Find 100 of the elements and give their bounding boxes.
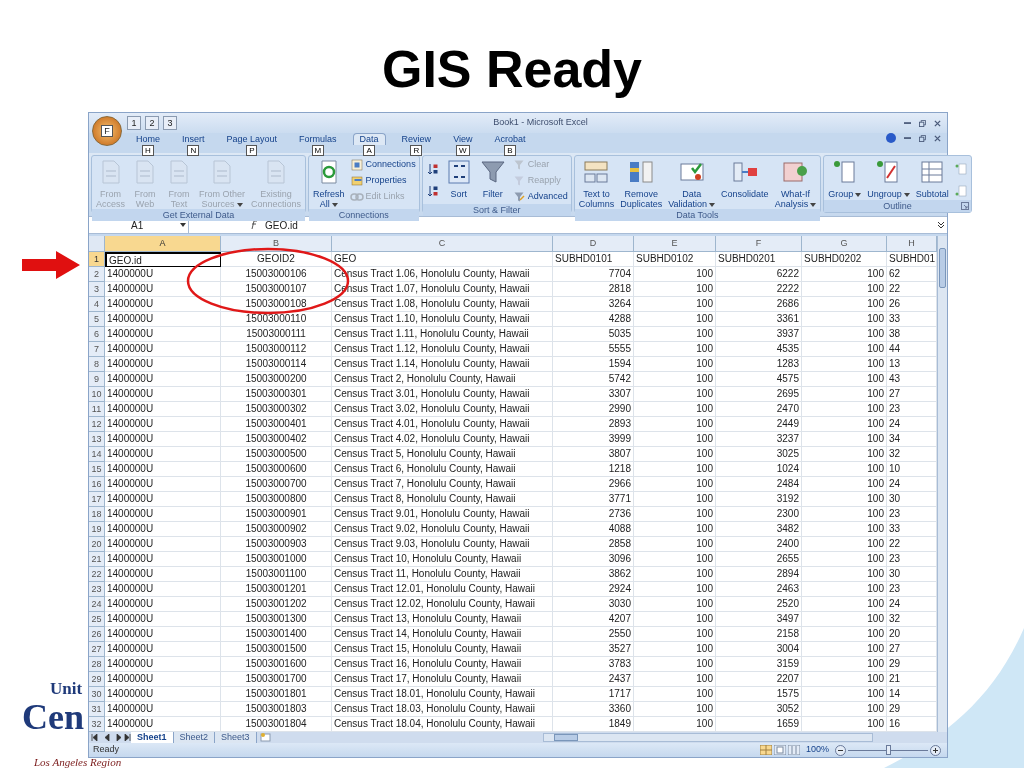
horizontal-scrollbar[interactable] bbox=[542, 733, 873, 742]
row-header[interactable]: 22 bbox=[89, 567, 105, 582]
row-header[interactable]: 23 bbox=[89, 582, 105, 597]
quick-access-button[interactable]: 3 bbox=[163, 116, 177, 130]
ribbon-button[interactable]: Consolidate bbox=[718, 156, 772, 209]
quick-access-button[interactable]: 2 bbox=[145, 116, 159, 130]
row-header[interactable]: 7 bbox=[89, 342, 105, 357]
column-header[interactable]: A bbox=[105, 236, 221, 252]
zoom-slider[interactable] bbox=[848, 745, 928, 755]
row-header[interactable]: 20 bbox=[89, 537, 105, 552]
sheet-navigation-icon[interactable] bbox=[91, 734, 131, 741]
row-header[interactable]: 16 bbox=[89, 477, 105, 492]
scrollbar-thumb[interactable] bbox=[939, 248, 946, 288]
table-cell: 15003000902 bbox=[221, 522, 332, 537]
ribbon-small-button[interactable]: Advanced bbox=[511, 190, 568, 204]
column-header[interactable]: D bbox=[553, 236, 634, 252]
restore-icon[interactable] bbox=[919, 134, 926, 142]
minimize-icon[interactable] bbox=[904, 121, 911, 125]
scrollbar-thumb[interactable] bbox=[553, 734, 578, 741]
close-icon[interactable] bbox=[934, 134, 941, 142]
row-header[interactable]: 30 bbox=[89, 687, 105, 702]
row-header[interactable]: 8 bbox=[89, 357, 105, 372]
column-header[interactable]: C bbox=[332, 236, 553, 252]
ribbon-tab[interactable]: View bbox=[447, 133, 479, 145]
ribbon-button[interactable]: Remove Duplicates bbox=[617, 156, 666, 209]
row-header[interactable]: 12 bbox=[89, 417, 105, 432]
row-header[interactable]: 26 bbox=[89, 627, 105, 642]
column-header[interactable]: G bbox=[802, 236, 887, 252]
table-cell: 15003001100 bbox=[221, 567, 332, 582]
expand-icon[interactable] bbox=[937, 221, 945, 229]
row-header[interactable]: 11 bbox=[89, 402, 105, 417]
ribbon-small-button[interactable]: Properties bbox=[349, 174, 416, 188]
ribbon-tab[interactable]: Home bbox=[130, 133, 166, 145]
row-header[interactable]: 13 bbox=[89, 432, 105, 447]
table-cell: 15003001500 bbox=[221, 642, 332, 657]
row-header[interactable]: 24 bbox=[89, 597, 105, 612]
quick-access-button[interactable]: 1 bbox=[127, 116, 141, 130]
ribbon-button[interactable]: Refresh All bbox=[310, 156, 348, 209]
function-icon[interactable] bbox=[249, 220, 259, 230]
table-cell: 2300 bbox=[716, 507, 802, 522]
ribbon-button[interactable]: Filter bbox=[475, 156, 510, 204]
name-box[interactable]: A1 bbox=[89, 217, 189, 233]
dialog-launcher-icon[interactable] bbox=[960, 202, 969, 210]
zoom-in-icon[interactable] bbox=[930, 744, 941, 756]
row-header[interactable]: 28 bbox=[89, 657, 105, 672]
page-layout-icon[interactable] bbox=[773, 745, 786, 755]
minimize-icon[interactable] bbox=[904, 136, 911, 140]
column-header[interactable]: F bbox=[716, 236, 802, 252]
row-header[interactable]: 18 bbox=[89, 507, 105, 522]
ribbon-tab[interactable]: Page Layout bbox=[220, 133, 284, 145]
ribbon-small-button[interactable]: Connections bbox=[349, 158, 416, 172]
office-button[interactable]: F bbox=[92, 116, 122, 146]
zoom-slider-thumb[interactable] bbox=[886, 745, 891, 755]
toolbar-icon-button[interactable] bbox=[425, 162, 440, 176]
row-header[interactable]: 2 bbox=[89, 267, 105, 282]
row-header[interactable]: 9 bbox=[89, 372, 105, 387]
ribbon-button[interactable]: Sort bbox=[441, 156, 476, 204]
ribbon-tab[interactable]: Review bbox=[395, 133, 438, 145]
ribbon-button[interactable]: Data Validation bbox=[665, 156, 719, 209]
ribbon-tab[interactable]: Data bbox=[352, 133, 386, 145]
zoom-out-icon[interactable] bbox=[835, 744, 846, 756]
row-header[interactable]: 3 bbox=[89, 282, 105, 297]
close-icon[interactable] bbox=[934, 119, 941, 127]
row-header[interactable]: 29 bbox=[89, 672, 105, 687]
row-header[interactable]: 6 bbox=[89, 327, 105, 342]
ribbon-button[interactable]: Text to Columns bbox=[575, 156, 618, 209]
ribbon-button[interactable]: Subtotal bbox=[912, 156, 952, 200]
row-header[interactable]: 32 bbox=[89, 717, 105, 732]
row-header[interactable]: 5 bbox=[89, 312, 105, 327]
column-header[interactable]: H bbox=[887, 236, 937, 252]
row-header[interactable]: 15 bbox=[89, 462, 105, 477]
row-header[interactable]: 17 bbox=[89, 492, 105, 507]
row-header[interactable]: 21 bbox=[89, 552, 105, 567]
row-header[interactable]: 4 bbox=[89, 297, 105, 312]
table-cell: 3999 bbox=[553, 432, 634, 447]
table-cell: 15003000800 bbox=[221, 492, 332, 507]
toolbar-icon-button[interactable] bbox=[425, 184, 440, 198]
table-cell: Census Tract 10, Honolulu County, Hawaii bbox=[332, 552, 553, 567]
row-header[interactable]: 19 bbox=[89, 522, 105, 537]
table-cell: 100 bbox=[634, 492, 716, 507]
ribbon-button[interactable]: What-If Analysis bbox=[771, 156, 820, 209]
row-header[interactable]: 25 bbox=[89, 612, 105, 627]
table-cell: Census Tract 2, Honolulu County, Hawaii bbox=[332, 372, 553, 387]
ribbon-button[interactable]: Ungroup bbox=[864, 156, 913, 200]
row-header[interactable]: 10 bbox=[89, 387, 105, 402]
zoom-level[interactable]: 100% bbox=[805, 743, 829, 757]
column-header[interactable]: B bbox=[221, 236, 332, 252]
table-cell: Census Tract 1.14, Honolulu County, Hawaii bbox=[332, 357, 553, 372]
row-header[interactable]: 14 bbox=[89, 447, 105, 462]
row-header[interactable]: 1 bbox=[89, 252, 105, 267]
ribbon-tab[interactable]: Insert bbox=[176, 133, 211, 145]
vertical-scrollbar[interactable] bbox=[937, 236, 947, 732]
ribbon-button[interactable]: Group bbox=[825, 156, 865, 200]
ribbon-tab[interactable]: Formulas bbox=[293, 133, 343, 145]
ribbon-tab[interactable]: Acrobat bbox=[488, 133, 532, 145]
row-header[interactable]: 31 bbox=[89, 702, 105, 717]
column-header[interactable]: E bbox=[634, 236, 716, 252]
restore-icon[interactable] bbox=[919, 119, 926, 127]
table-cell: 100 bbox=[634, 627, 716, 642]
row-header[interactable]: 27 bbox=[89, 642, 105, 657]
